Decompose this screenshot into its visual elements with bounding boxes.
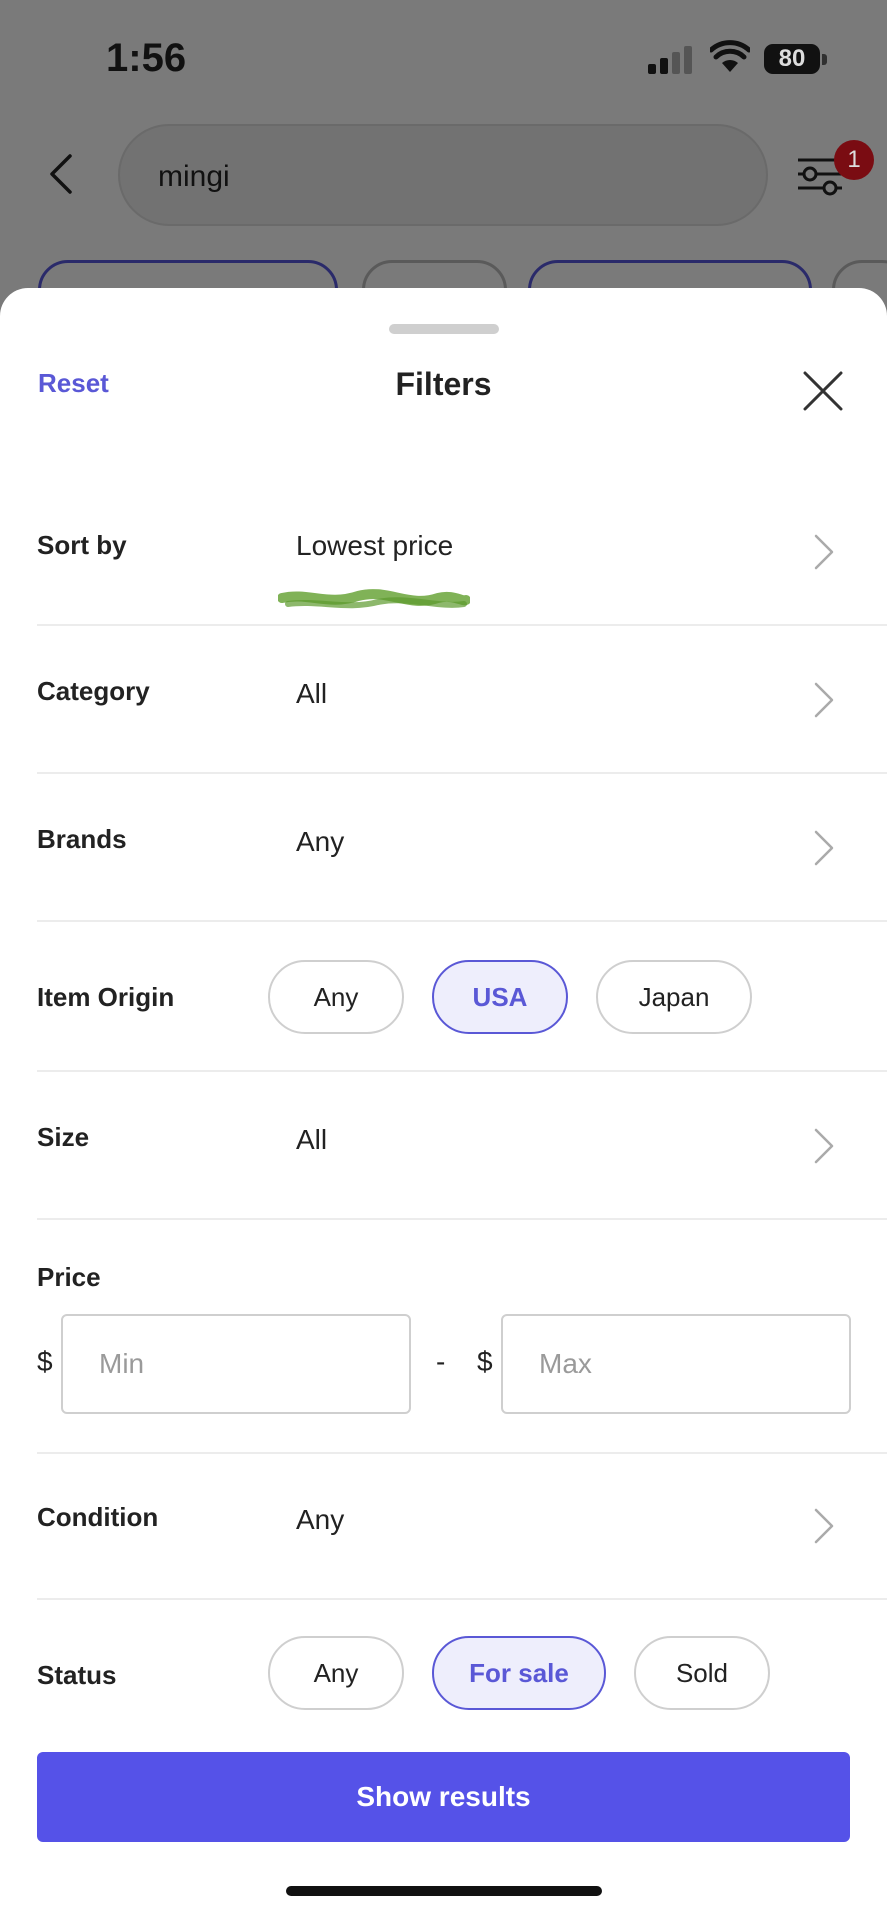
brands-label: Brands: [37, 824, 127, 854]
status-bar: 1:56 80: [0, 0, 887, 110]
battery-icon: 80: [764, 44, 820, 74]
status-option-for-sale[interactable]: For sale: [432, 1636, 606, 1710]
price-min-currency: $: [37, 1346, 53, 1377]
chevron-right-icon: [814, 682, 834, 718]
status-label: Status: [37, 1660, 117, 1690]
category-value: All: [296, 678, 328, 709]
filter-row-brands[interactable]: Brands Any: [0, 774, 887, 922]
home-indicator: [286, 1886, 602, 1896]
close-icon[interactable]: [800, 368, 846, 414]
status-option-any[interactable]: Any: [268, 1636, 404, 1710]
price-separator: -: [436, 1346, 446, 1377]
price-max-input[interactable]: [501, 1314, 851, 1414]
category-label: Category: [37, 676, 150, 706]
chevron-right-icon: [814, 830, 834, 866]
condition-label: Condition: [37, 1502, 159, 1532]
size-value: All: [296, 1124, 328, 1155]
wifi-icon: [710, 40, 750, 72]
search-query: mingi: [158, 160, 230, 193]
battery-cap: [822, 54, 827, 65]
sheet-grabber[interactable]: [389, 324, 499, 334]
size-label: Size: [37, 1122, 90, 1152]
show-results-button[interactable]: Show results: [37, 1752, 850, 1842]
price-label: Price: [37, 1262, 101, 1292]
item-origin-option-japan[interactable]: Japan: [596, 960, 752, 1034]
chevron-right-icon: [814, 1128, 834, 1164]
sheet-title: Filters: [395, 366, 492, 402]
green-scribble-mark: [278, 589, 470, 609]
cellular-signal-icon: [648, 46, 694, 74]
item-origin-option-usa[interactable]: USA: [432, 960, 568, 1034]
filter-row-size[interactable]: Size All: [0, 1072, 887, 1220]
sort-by-value: Lowest price: [296, 530, 454, 561]
chevron-right-icon: [814, 534, 834, 570]
filter-row-status: Status Any For sale Sold: [0, 1600, 887, 1730]
condition-value: Any: [296, 1504, 345, 1535]
price-min-input[interactable]: [61, 1314, 411, 1414]
search-input[interactable]: mingi: [118, 124, 768, 226]
brands-value: Any: [296, 826, 345, 857]
status-time: 1:56: [106, 36, 187, 80]
filter-row-item-origin: Item Origin Any USA Japan: [0, 922, 887, 1072]
price-max-currency: $: [477, 1346, 493, 1377]
item-origin-option-any[interactable]: Any: [268, 960, 404, 1034]
filter-row-category[interactable]: Category All: [0, 626, 887, 774]
status-option-sold[interactable]: Sold: [634, 1636, 770, 1710]
item-origin-label: Item Origin: [37, 982, 175, 1012]
back-arrow-icon[interactable]: [42, 152, 82, 196]
filter-row-condition[interactable]: Condition Any: [0, 1454, 887, 1600]
filter-count-badge: 1: [834, 140, 874, 180]
sort-by-label: Sort by: [37, 530, 127, 560]
chevron-right-icon: [814, 1508, 834, 1544]
